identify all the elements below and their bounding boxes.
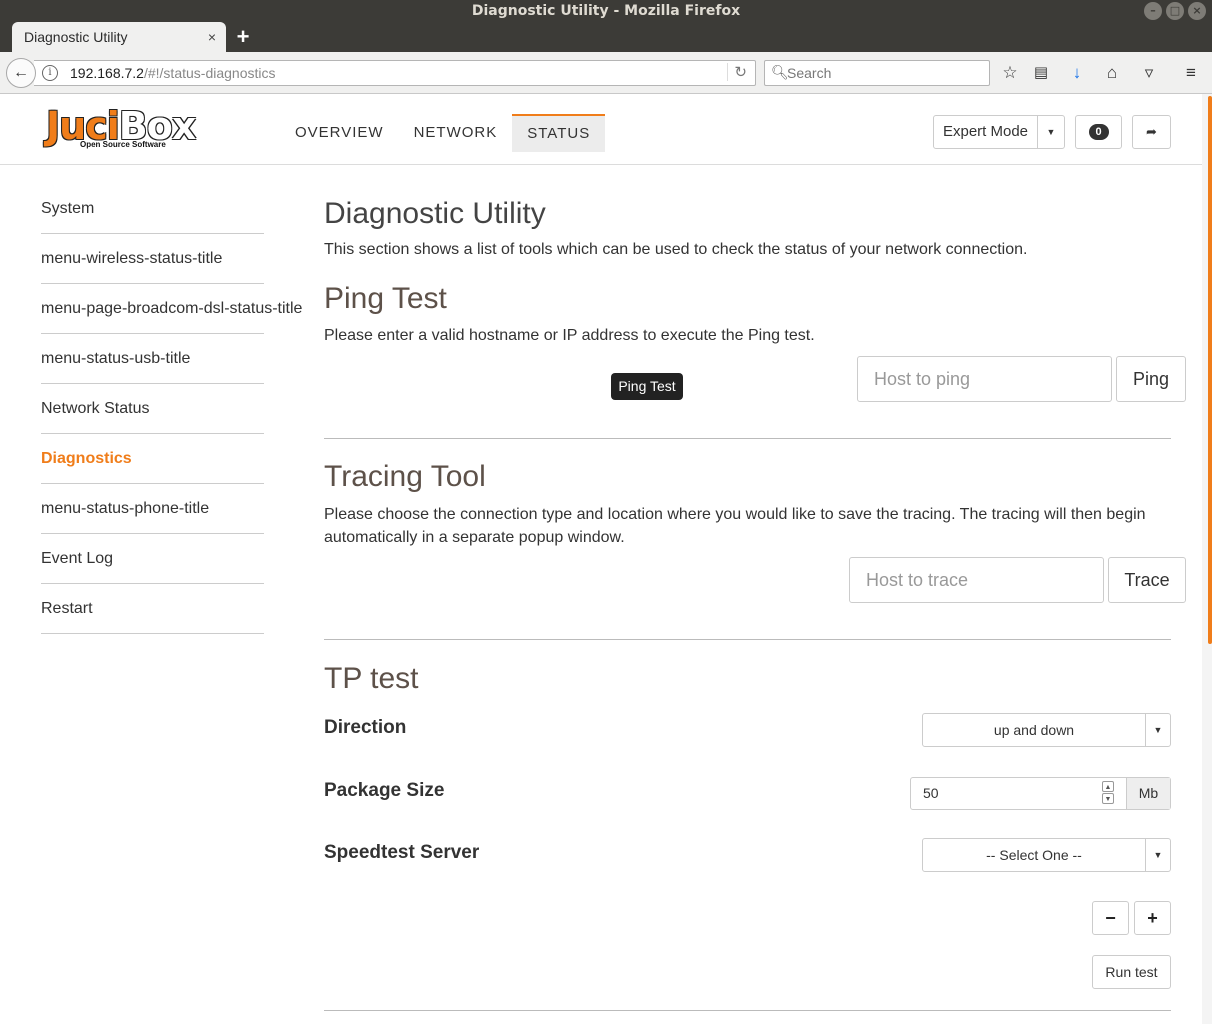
tab-strip: Diagnostic Utility × + — [0, 22, 1212, 52]
window-title: Diagnostic Utility - Mozilla Firefox — [471, 3, 741, 19]
spinner-up-icon[interactable]: ▲ — [1102, 781, 1114, 792]
direction-select-value[interactable]: up and down — [923, 714, 1146, 746]
new-tab-button[interactable]: + — [232, 23, 254, 51]
close-window-button[interactable]: × — [1188, 2, 1206, 20]
minimize-button[interactable]: – — [1144, 2, 1162, 20]
sidebar: System menu-wireless-status-title menu-p… — [41, 184, 302, 634]
nav-status[interactable]: STATUS — [512, 114, 606, 152]
url-bar[interactable]: i 192.168.7.2/#!/status-diagnostics ↻ — [34, 60, 756, 86]
page-description: This section shows a list of tools which… — [324, 241, 1028, 258]
sidebar-item-diagnostics[interactable]: Diagnostics — [41, 434, 264, 484]
host-to-trace-input[interactable]: Host to trace — [849, 557, 1104, 603]
search-bar[interactable]: 🔍︎ Search — [764, 60, 990, 86]
download-icon[interactable]: ↓ — [1066, 63, 1088, 85]
back-icon: ← — [13, 64, 29, 81]
add-server-button[interactable]: + — [1134, 901, 1171, 935]
direction-label: Direction — [324, 717, 407, 738]
window-titlebar: Diagnostic Utility - Mozilla Firefox – □… — [0, 0, 1212, 22]
trace-button[interactable]: Trace — [1108, 557, 1186, 603]
notifications-button[interactable]: 0 — [1075, 115, 1122, 149]
page-header: JuciBox Open Source Software OVERVIEW NE… — [0, 94, 1202, 165]
sidebar-item-broadcom-dsl-status[interactable]: menu-page-broadcom-dsl-status-title — [41, 284, 302, 334]
url-host: 192.168.7.2 — [70, 65, 144, 81]
window-controls: – □ × — [1144, 2, 1206, 20]
tracing-tool-description: Please choose the connection type and lo… — [324, 506, 1146, 546]
back-button[interactable]: ← — [6, 58, 36, 88]
sidebar-item-network-status[interactable]: Network Status — [41, 384, 264, 434]
logout-icon: ➦ — [1146, 124, 1157, 139]
package-size-spinner[interactable]: ▲ ▼ — [1102, 781, 1114, 806]
tab-close-icon[interactable]: × — [208, 22, 216, 52]
divider — [324, 639, 1171, 640]
package-size-input-group: 50 ▲ ▼ Mb — [910, 777, 1171, 810]
package-size-input[interactable]: 50 ▲ ▼ — [911, 778, 1126, 809]
notification-count-badge: 0 — [1088, 124, 1109, 140]
chevron-down-icon[interactable]: ▼ — [1146, 839, 1170, 871]
nav-network[interactable]: NETWORK — [399, 94, 513, 164]
ping-button[interactable]: Ping — [1116, 356, 1186, 402]
page-scrollbar-thumb[interactable] — [1208, 96, 1212, 644]
ping-test-description: Please enter a valid hostname or IP addr… — [324, 327, 815, 344]
sidebar-item-usb-status[interactable]: menu-status-usb-title — [41, 334, 264, 384]
url-text[interactable]: 192.168.7.2/#!/status-diagnostics — [70, 65, 275, 81]
logout-button[interactable]: ➦ — [1132, 115, 1171, 149]
ping-test-title: Ping Test — [324, 282, 447, 315]
expert-mode-dropdown[interactable]: Expert Mode ▼ — [933, 115, 1065, 149]
sidebar-item-phone-status[interactable]: menu-status-phone-title — [41, 484, 264, 534]
info-icon[interactable]: i — [42, 65, 58, 81]
page-title: Diagnostic Utility — [324, 197, 546, 230]
sidebar-item-event-log[interactable]: Event Log — [41, 534, 264, 584]
jucibox-logo[interactable]: JuciBox Open Source Software — [46, 106, 196, 150]
speedtest-server-select-value[interactable]: -- Select One -- — [923, 839, 1146, 871]
chevron-down-icon[interactable]: ▼ — [1146, 714, 1170, 746]
sidebar-item-wireless-status[interactable]: menu-wireless-status-title — [41, 234, 264, 284]
package-size-unit: Mb — [1126, 778, 1170, 809]
reading-list-icon[interactable]: ▤ — [1030, 63, 1052, 85]
remove-server-button[interactable]: − — [1092, 901, 1129, 935]
package-size-value: 50 — [923, 785, 939, 801]
url-path: /#!/status-diagnostics — [143, 65, 276, 81]
chevron-down-icon[interactable]: ▼ — [1038, 116, 1064, 148]
sidebar-item-system[interactable]: System — [41, 184, 264, 234]
speedtest-server-select[interactable]: -- Select One -- ▼ — [922, 838, 1171, 872]
sidebar-item-restart[interactable]: Restart — [41, 584, 264, 634]
logo-subtitle: Open Source Software — [80, 140, 166, 149]
expert-mode-button[interactable]: Expert Mode — [934, 116, 1038, 148]
tab-title: Diagnostic Utility — [24, 29, 128, 45]
home-icon[interactable]: ⌂ — [1101, 63, 1123, 85]
bookmark-star-icon[interactable]: ☆ — [999, 63, 1021, 85]
tp-test-title: TP test — [324, 662, 419, 695]
package-size-label: Package Size — [324, 780, 445, 801]
divider — [324, 1010, 1171, 1011]
maximize-button[interactable]: □ — [1166, 2, 1184, 20]
direction-select[interactable]: up and down ▼ — [922, 713, 1171, 747]
host-to-ping-input[interactable]: Host to ping — [857, 356, 1112, 402]
navigation-bar: i 192.168.7.2/#!/status-diagnostics ↻ ← … — [0, 52, 1212, 94]
search-input[interactable]: Search — [787, 65, 831, 81]
top-navigation: OVERVIEW NETWORK STATUS — [280, 94, 606, 164]
tab-diagnostic-utility[interactable]: Diagnostic Utility × — [12, 22, 226, 52]
speedtest-server-label: Speedtest Server — [324, 842, 480, 863]
pocket-icon[interactable]: ▿ — [1138, 63, 1160, 85]
nav-overview[interactable]: OVERVIEW — [280, 94, 399, 164]
menu-icon[interactable]: ≡ — [1180, 63, 1202, 85]
tracing-tool-title: Tracing Tool — [324, 460, 486, 493]
run-test-button[interactable]: Run test — [1092, 955, 1171, 989]
ping-test-tooltip: Ping Test — [611, 373, 683, 400]
reload-icon[interactable]: ↻ — [727, 63, 747, 81]
divider — [324, 438, 1171, 439]
spinner-down-icon[interactable]: ▼ — [1102, 793, 1114, 804]
